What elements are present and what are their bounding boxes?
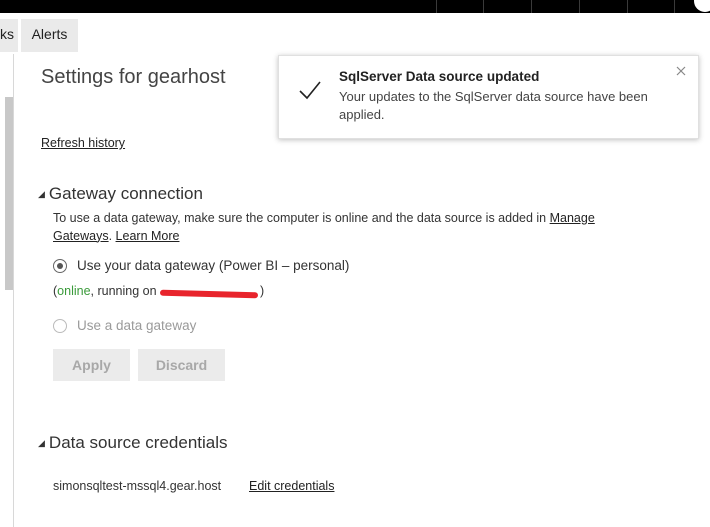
collapse-triangle-icon[interactable]: ◢ (38, 438, 45, 449)
status-online: online (57, 284, 91, 298)
nav-separator (579, 0, 580, 13)
user-avatar[interactable] (694, 0, 710, 12)
nav-separator (627, 0, 628, 13)
scrollbar-thumb[interactable] (5, 97, 13, 290)
tab-alerts[interactable]: Alerts (21, 19, 78, 52)
gateway-section-header[interactable]: ◢ Gateway connection (38, 184, 203, 204)
redacted-machine-name (160, 286, 260, 298)
tab-partial[interactable]: ks (0, 19, 18, 52)
edit-credentials-link[interactable]: Edit credentials (249, 479, 334, 493)
personal-gateway-label[interactable]: Use your data gateway (Power BI – person… (77, 258, 349, 273)
refresh-history-link[interactable]: Refresh history (41, 136, 125, 150)
top-nav-bar (0, 0, 710, 13)
gateway-section-title: Gateway connection (48, 184, 203, 203)
gateway-status: (online, running on ) (53, 284, 264, 298)
apply-button[interactable]: Apply (53, 349, 130, 381)
gateway-description: To use a data gateway, make sure the com… (53, 211, 595, 243)
nav-separator (531, 0, 532, 13)
gateway-description-text: To use a data gateway, make sure the com… (53, 211, 550, 225)
nav-separator (674, 0, 675, 13)
notification-toast: SqlServer Data source updated Your updat… (278, 55, 699, 139)
data-gateway-label[interactable]: Use a data gateway (77, 318, 196, 333)
credentials-section-header[interactable]: ◢ Data source credentials (38, 433, 228, 453)
learn-more-link[interactable]: Learn More (116, 229, 180, 243)
status-paren-close: ) (260, 284, 265, 298)
credentials-section-title: Data source credentials (48, 433, 228, 452)
check-icon (299, 81, 321, 100)
toast-title: SqlServer Data source updated (339, 69, 540, 84)
close-icon[interactable] (674, 64, 688, 78)
nav-separator (436, 0, 437, 13)
status-running-text: , running on (90, 284, 161, 298)
nav-separator (483, 0, 484, 13)
toast-message: Your updates to the SqlServer data sourc… (339, 89, 648, 122)
discard-button[interactable]: Discard (138, 349, 225, 381)
page-title: Settings for gearhost (41, 66, 226, 88)
collapse-triangle-icon[interactable]: ◢ (38, 189, 45, 200)
data-source-host: simonsqltest-mssql4.gear.host (53, 479, 222, 493)
personal-gateway-radio[interactable] (53, 259, 67, 273)
data-gateway-radio[interactable] (53, 319, 67, 333)
